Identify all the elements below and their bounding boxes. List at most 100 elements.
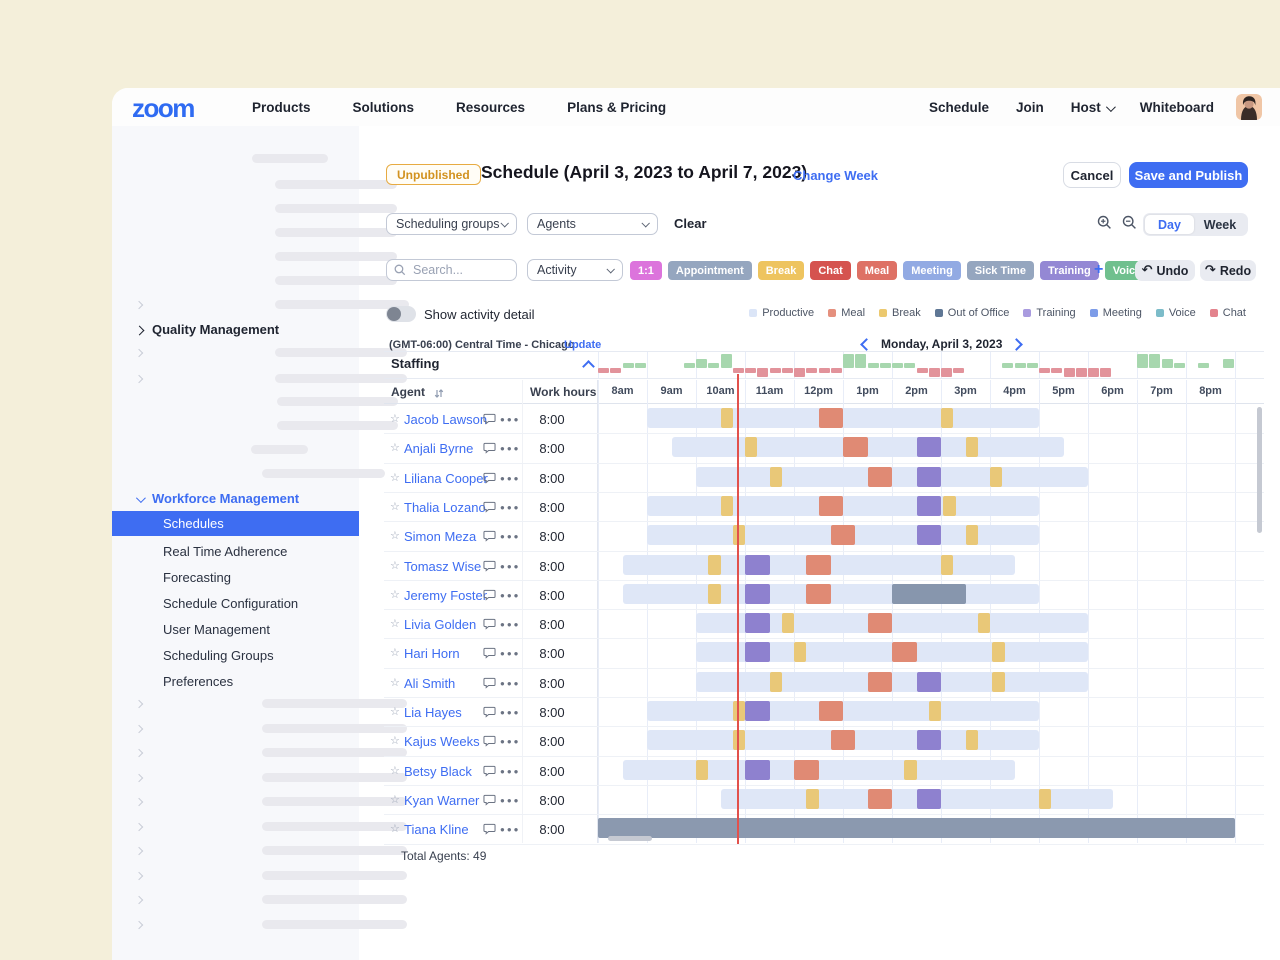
chat-bubble-icon[interactable] xyxy=(483,617,496,635)
break-segment[interactable] xyxy=(794,642,806,662)
break-segment[interactable] xyxy=(770,467,782,487)
meal-segment[interactable] xyxy=(819,408,844,428)
break-segment[interactable] xyxy=(966,525,978,545)
sidebar-item-forecasting[interactable]: Forecasting xyxy=(163,570,231,585)
more-options-button[interactable]: ●●● xyxy=(500,825,521,834)
zoom-in-icon[interactable] xyxy=(1097,215,1112,235)
chat-bubble-icon[interactable] xyxy=(483,822,496,840)
meal-segment[interactable] xyxy=(868,467,893,487)
break-segment[interactable] xyxy=(733,730,745,750)
timezone-update-link[interactable]: Update xyxy=(564,339,601,351)
meeting-segment[interactable] xyxy=(917,525,942,545)
agent-name-kyan-warner[interactable]: Kyan Warner xyxy=(404,793,479,808)
favorite-star-icon[interactable]: ☆ xyxy=(390,646,400,659)
favorite-star-icon[interactable]: ☆ xyxy=(390,559,400,572)
favorite-star-icon[interactable]: ☆ xyxy=(390,734,400,747)
shift-bar[interactable] xyxy=(672,437,1064,457)
nav-link-plans-pricing[interactable]: Plans & Pricing xyxy=(567,100,666,115)
add-activity-button[interactable]: + xyxy=(1094,261,1103,279)
agent-name-jeremy-foster[interactable]: Jeremy Foster xyxy=(404,588,487,603)
agent-name-livia-golden[interactable]: Livia Golden xyxy=(404,617,476,632)
agent-name-tiana-kline[interactable]: Tiana Kline xyxy=(404,822,469,837)
sidebar-item-real-time-adherence[interactable]: Real Time Adherence xyxy=(163,544,287,559)
favorite-star-icon[interactable]: ☆ xyxy=(390,764,400,777)
zoom-out-icon[interactable] xyxy=(1122,215,1137,235)
agent-name-betsy-black[interactable]: Betsy Black xyxy=(404,764,472,779)
break-segment[interactable] xyxy=(904,760,916,780)
break-segment[interactable] xyxy=(992,672,1004,692)
meal-segment[interactable] xyxy=(868,672,893,692)
break-segment[interactable] xyxy=(708,555,720,575)
meeting-segment[interactable] xyxy=(917,730,942,750)
meeting-segment[interactable] xyxy=(745,701,770,721)
chat-bubble-icon[interactable] xyxy=(483,676,496,694)
activity-chip-meal[interactable]: Meal xyxy=(857,261,897,280)
favorite-star-icon[interactable]: ☆ xyxy=(390,676,400,689)
break-segment[interactable] xyxy=(929,701,941,721)
chat-bubble-icon[interactable] xyxy=(483,734,496,752)
agent-name-simon-meza[interactable]: Simon Meza xyxy=(404,529,476,544)
search-input[interactable] xyxy=(411,262,505,278)
meal-segment[interactable] xyxy=(819,701,844,721)
shift-bar[interactable] xyxy=(623,760,1015,780)
agent-name-ali-smith[interactable]: Ali Smith xyxy=(404,676,455,691)
more-options-button[interactable]: ●●● xyxy=(500,767,521,776)
meal-segment[interactable] xyxy=(831,730,856,750)
meal-segment[interactable] xyxy=(794,760,819,780)
undo-button[interactable]: ↶Undo xyxy=(1135,260,1195,281)
week-tab[interactable]: Week xyxy=(1194,218,1246,232)
shift-bar[interactable] xyxy=(623,584,1040,604)
favorite-star-icon[interactable]: ☆ xyxy=(390,822,400,835)
day-tab[interactable]: Day xyxy=(1145,215,1194,234)
break-segment[interactable] xyxy=(941,408,953,428)
sidebar-item-scheduling-groups[interactable]: Scheduling Groups xyxy=(163,648,274,663)
chat-bubble-icon[interactable] xyxy=(483,529,496,547)
break-segment[interactable] xyxy=(966,437,978,457)
meal-segment[interactable] xyxy=(831,525,856,545)
chat-bubble-icon[interactable] xyxy=(483,705,496,723)
agent-name-hari-horn[interactable]: Hari Horn xyxy=(404,646,460,661)
meal-segment[interactable] xyxy=(806,584,831,604)
clear-button[interactable]: Clear xyxy=(674,216,707,231)
meeting-segment[interactable] xyxy=(745,642,770,662)
change-week-link[interactable]: Change Week xyxy=(793,168,878,183)
meeting-segment[interactable] xyxy=(917,789,942,809)
more-options-button[interactable]: ●●● xyxy=(500,737,521,746)
activity-chip-appointment[interactable]: Appointment xyxy=(668,261,752,280)
more-options-button[interactable]: ●●● xyxy=(500,649,521,658)
favorite-star-icon[interactable]: ☆ xyxy=(390,588,400,601)
sidebar-item-schedule-configuration[interactable]: Schedule Configuration xyxy=(163,596,298,611)
activity-chip-training[interactable]: Training xyxy=(1040,261,1099,280)
agent-name-anjali-byrne[interactable]: Anjali Byrne xyxy=(404,441,473,456)
break-segment[interactable] xyxy=(770,672,782,692)
favorite-star-icon[interactable]: ☆ xyxy=(390,793,400,806)
meal-segment[interactable] xyxy=(806,555,831,575)
sidebar-item-preferences[interactable]: Preferences xyxy=(163,674,233,689)
redo-button[interactable]: ↷Redo xyxy=(1200,260,1256,281)
chat-bubble-icon[interactable] xyxy=(483,793,496,811)
break-segment[interactable] xyxy=(941,555,953,575)
scheduling-groups-select[interactable]: Scheduling groups xyxy=(386,213,517,235)
shift-bar[interactable] xyxy=(647,408,1039,428)
break-segment[interactable] xyxy=(721,496,733,516)
break-segment[interactable] xyxy=(708,584,720,604)
shift-bar[interactable] xyxy=(647,701,1039,721)
agent-name-lia-hayes[interactable]: Lia Hayes xyxy=(404,705,462,720)
meeting-segment[interactable] xyxy=(917,437,942,457)
sort-icon[interactable] xyxy=(434,386,444,404)
search-box[interactable] xyxy=(386,259,517,281)
break-segment[interactable] xyxy=(696,760,708,780)
agents-select[interactable]: Agents xyxy=(527,213,658,235)
chat-bubble-icon[interactable] xyxy=(483,412,496,430)
activity-chip-1-1[interactable]: 1:1 xyxy=(630,261,662,280)
break-segment[interactable] xyxy=(943,496,955,516)
break-segment[interactable] xyxy=(806,789,818,809)
meeting-segment[interactable] xyxy=(917,496,942,516)
meeting-segment[interactable] xyxy=(745,584,770,604)
chat-bubble-icon[interactable] xyxy=(483,588,496,606)
favorite-star-icon[interactable]: ☆ xyxy=(390,412,400,425)
nav-link-schedule[interactable]: Schedule xyxy=(929,100,989,115)
activity-chip-sick-time[interactable]: Sick Time xyxy=(967,261,1034,280)
sidebar-item-quality-management[interactable]: Quality Management xyxy=(136,322,279,337)
meal-segment[interactable] xyxy=(868,613,893,633)
